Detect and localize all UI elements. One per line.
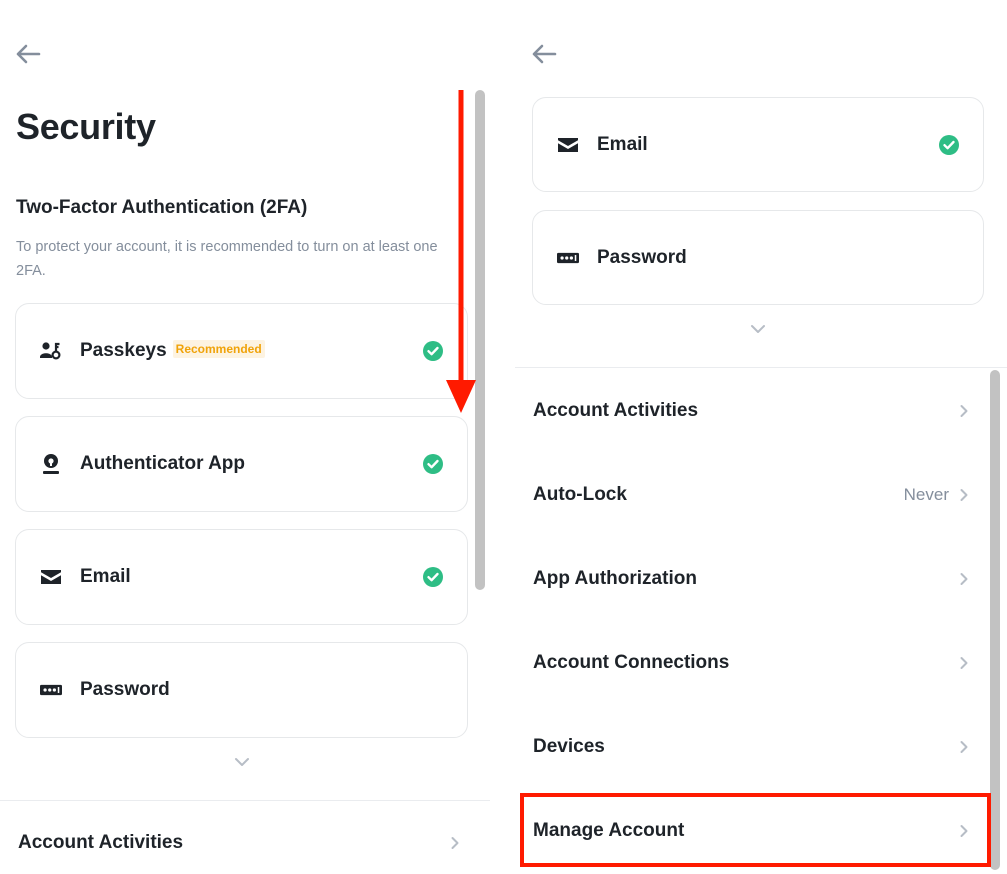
mail-icon — [40, 566, 62, 588]
card-password[interactable]: Password — [15, 642, 468, 738]
chevron-right-icon — [960, 657, 968, 669]
card-label: Password — [80, 679, 170, 700]
row-label: Account Activities — [533, 400, 699, 421]
check-circle-icon — [423, 454, 443, 474]
card-label: Password — [597, 246, 687, 268]
divider — [515, 367, 1007, 368]
row-label: App Authorization — [533, 568, 697, 589]
chevron-right-icon — [451, 837, 459, 849]
auto-lock-value: Never — [903, 485, 949, 504]
recommended-badge: Recommended — [172, 340, 265, 358]
chevron-right-icon — [960, 573, 968, 585]
mail-icon — [557, 134, 579, 156]
row-devices[interactable]: Devices — [515, 705, 977, 789]
card-label: Passkeys Recommended — [80, 340, 265, 362]
scroll-down-annotation-arrow — [446, 90, 476, 413]
security-screen-top: Security Two-Factor Authentication (2FA)… — [0, 0, 490, 874]
check-circle-icon — [423, 341, 443, 361]
card-email[interactable]: Email — [532, 97, 984, 192]
password-icon — [40, 679, 62, 701]
manage-account-highlight-box — [520, 793, 991, 867]
row-account-activities[interactable]: Account Activities — [0, 801, 460, 874]
check-circle-icon — [939, 134, 959, 155]
row-auto-lock[interactable]: Auto-Lock Never — [515, 453, 977, 537]
chevron-down-icon[interactable] — [750, 324, 766, 334]
scrollbar[interactable] — [990, 370, 1000, 870]
passkey-icon — [40, 340, 62, 362]
page-title: Security — [16, 106, 156, 147]
row-account-connections[interactable]: Account Connections — [515, 621, 977, 705]
card-label: Email — [597, 133, 648, 155]
authenticator-icon — [40, 453, 62, 475]
card-authenticator-app[interactable]: Authenticator App — [15, 416, 468, 512]
card-label: Email — [80, 566, 131, 587]
row-label: Auto-Lock — [533, 484, 627, 505]
check-circle-icon — [423, 567, 443, 587]
security-screen-scrolled: Email Password Account Activities Auto-L… — [515, 0, 1007, 874]
row-label: Account Connections — [533, 652, 730, 673]
card-email[interactable]: Email — [15, 529, 468, 625]
card-password[interactable]: Password — [532, 210, 984, 305]
row-account-activities[interactable]: Account Activities — [515, 369, 977, 453]
row-label: Devices — [533, 736, 605, 757]
chevron-right-icon — [960, 489, 968, 501]
back-arrow-icon[interactable] — [530, 42, 558, 66]
password-icon — [557, 247, 579, 269]
row-label: Account Activities — [18, 832, 184, 853]
chevron-right-icon — [960, 405, 968, 417]
card-label: Authenticator App — [80, 453, 246, 474]
card-passkeys[interactable]: Passkeys Recommended — [15, 303, 468, 399]
section-description: To protect your account, it is recommend… — [16, 239, 438, 279]
passkeys-label: Passkeys — [80, 340, 167, 361]
chevron-down-icon[interactable] — [234, 757, 250, 767]
chevron-right-icon — [960, 741, 968, 753]
row-app-authorization[interactable]: App Authorization — [515, 537, 977, 621]
back-arrow-icon[interactable] — [14, 42, 42, 66]
section-title-2fa: Two-Factor Authentication (2FA) — [16, 197, 308, 218]
